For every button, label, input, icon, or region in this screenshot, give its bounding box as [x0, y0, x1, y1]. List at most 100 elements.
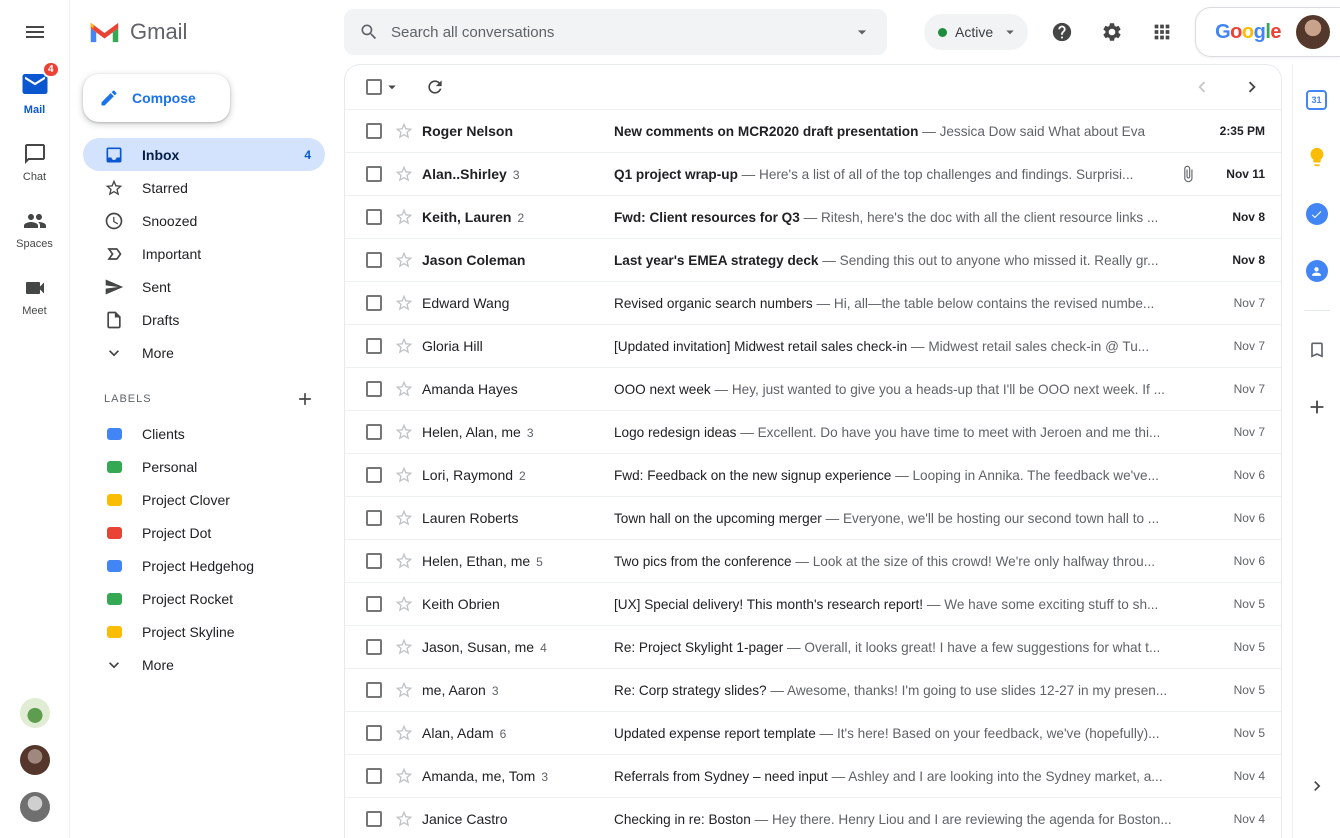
star-icon[interactable]: [394, 766, 414, 786]
email-row[interactable]: Lauren RobertsTown hall on the upcoming …: [345, 496, 1281, 539]
email-row[interactable]: Roger NelsonNew comments on MCR2020 draf…: [345, 109, 1281, 152]
row-checkbox[interactable]: [366, 725, 382, 741]
sidebar-item-drafts[interactable]: Drafts: [83, 303, 325, 336]
star-icon[interactable]: [394, 250, 414, 270]
star-icon[interactable]: [394, 207, 414, 227]
calendar-icon[interactable]: 31: [1297, 80, 1337, 120]
label-item-project-clover[interactable]: Project Clover: [83, 483, 325, 516]
row-checkbox[interactable]: [366, 682, 382, 698]
sidebar-item-important[interactable]: Important: [83, 237, 325, 270]
star-icon[interactable]: [394, 336, 414, 356]
row-checkbox[interactable]: [366, 553, 382, 569]
labels-more[interactable]: More: [83, 648, 325, 681]
apps-grid-button[interactable]: [1140, 10, 1184, 54]
star-icon[interactable]: [394, 680, 414, 700]
email-row[interactable]: Alan..Shirley3Q1 project wrap-up — Here'…: [345, 152, 1281, 195]
row-checkbox[interactable]: [366, 123, 382, 139]
email-row[interactable]: Gloria Hill[Updated invitation] Midwest …: [345, 324, 1281, 367]
row-checkbox[interactable]: [366, 467, 382, 483]
star-icon[interactable]: [394, 809, 414, 829]
star-icon[interactable]: [394, 379, 414, 399]
label-item-personal[interactable]: Personal: [83, 450, 325, 483]
star-icon[interactable]: [394, 465, 414, 485]
settings-button[interactable]: [1090, 10, 1134, 54]
email-row[interactable]: Helen, Alan, me3Logo redesign ideas — Ex…: [345, 410, 1281, 453]
rail-item-mail[interactable]: 4Mail: [3, 62, 67, 123]
email-row[interactable]: Helen, Ethan, me5Two pics from the confe…: [345, 539, 1281, 582]
status-selector[interactable]: Active: [924, 14, 1028, 50]
row-checkbox[interactable]: [366, 596, 382, 612]
email-row[interactable]: Janice CastroChecking in re: Boston — He…: [345, 797, 1281, 838]
rail-item-spaces[interactable]: Spaces: [3, 202, 67, 257]
label-item-project-skyline[interactable]: Project Skyline: [83, 615, 325, 648]
account-pill[interactable]: Google: [1195, 7, 1340, 57]
sidebar-item-snoozed[interactable]: Snoozed: [83, 204, 325, 237]
star-icon[interactable]: [394, 422, 414, 442]
email-row[interactable]: Jason ColemanLast year's EMEA strategy d…: [345, 238, 1281, 281]
star-icon[interactable]: [394, 594, 414, 614]
avatar[interactable]: [20, 745, 50, 775]
rail-item-chat[interactable]: Chat: [3, 135, 67, 190]
tasks-icon[interactable]: [1297, 194, 1337, 234]
main-menu-button[interactable]: [11, 8, 59, 56]
label-item-project-hedgehog[interactable]: Project Hedgehog: [83, 549, 325, 582]
star-icon[interactable]: [394, 293, 414, 313]
row-checkbox[interactable]: [366, 166, 382, 182]
sidebar-item-more[interactable]: More: [83, 336, 325, 369]
search-bar[interactable]: [344, 9, 887, 55]
row-checkbox[interactable]: [366, 768, 382, 784]
email-row[interactable]: Edward WangRevised organic search number…: [345, 281, 1281, 324]
row-checkbox[interactable]: [366, 252, 382, 268]
search-input[interactable]: [391, 24, 831, 41]
compose-button[interactable]: Compose: [83, 74, 230, 122]
row-checkbox[interactable]: [366, 338, 382, 354]
help-button[interactable]: [1040, 10, 1084, 54]
email-list: Roger NelsonNew comments on MCR2020 draf…: [345, 109, 1281, 838]
email-row[interactable]: me, Aaron3Re: Corp strategy slides? — Aw…: [345, 668, 1281, 711]
star-icon[interactable]: [394, 164, 414, 184]
newer-page-button[interactable]: [1191, 76, 1213, 98]
create-label-button[interactable]: [295, 389, 315, 409]
email-row[interactable]: Alan, Adam6Updated expense report templa…: [345, 711, 1281, 754]
sidebar-item-inbox[interactable]: Inbox4: [83, 138, 325, 171]
get-addons-button[interactable]: [1297, 387, 1337, 427]
avatar[interactable]: [20, 698, 50, 728]
star-icon[interactable]: [394, 508, 414, 528]
star-icon[interactable]: [394, 551, 414, 571]
profile-avatar[interactable]: [1296, 15, 1330, 49]
rail-item-meet[interactable]: Meet: [3, 269, 67, 324]
collapse-panel-button[interactable]: [1307, 776, 1327, 796]
contacts-icon[interactable]: [1297, 251, 1337, 291]
avatar[interactable]: [20, 792, 50, 822]
older-page-button[interactable]: [1241, 76, 1263, 98]
label-item-project-rocket[interactable]: Project Rocket: [83, 582, 325, 615]
row-checkbox[interactable]: [366, 209, 382, 225]
refresh-button[interactable]: [425, 77, 445, 97]
gmail-logo[interactable]: Gmail: [70, 0, 341, 64]
row-checkbox[interactable]: [366, 424, 382, 440]
label-item-project-dot[interactable]: Project Dot: [83, 516, 325, 549]
select-all-checkbox[interactable]: [366, 79, 382, 95]
row-checkbox[interactable]: [366, 639, 382, 655]
search-options-caret[interactable]: [843, 13, 881, 51]
email-row[interactable]: Amanda, me, Tom3Referrals from Sydney – …: [345, 754, 1281, 797]
row-checkbox[interactable]: [366, 295, 382, 311]
row-checkbox[interactable]: [366, 381, 382, 397]
sidebar-item-sent[interactable]: Sent: [83, 270, 325, 303]
label-item-clients[interactable]: Clients: [83, 417, 325, 450]
select-caret[interactable]: [383, 78, 401, 96]
star-icon[interactable]: [394, 637, 414, 657]
sidebar-item-starred[interactable]: Starred: [83, 171, 325, 204]
email-row[interactable]: Keith Obrien[UX] Special delivery! This …: [345, 582, 1281, 625]
email-row[interactable]: Amanda HayesOOO next week — Hey, just wa…: [345, 367, 1281, 410]
row-checkbox[interactable]: [366, 510, 382, 526]
email-row[interactable]: Lori, Raymond2Fwd: Feedback on the new s…: [345, 453, 1281, 496]
star-icon[interactable]: [394, 723, 414, 743]
row-checkbox[interactable]: [366, 811, 382, 827]
email-sender: Lori, Raymond2: [422, 467, 614, 483]
email-row[interactable]: Keith, Lauren2Fwd: Client resources for …: [345, 195, 1281, 238]
keep-icon[interactable]: [1297, 137, 1337, 177]
email-row[interactable]: Jason, Susan, me4Re: Project Skylight 1-…: [345, 625, 1281, 668]
addon-icon[interactable]: [1297, 330, 1337, 370]
star-icon[interactable]: [394, 121, 414, 141]
